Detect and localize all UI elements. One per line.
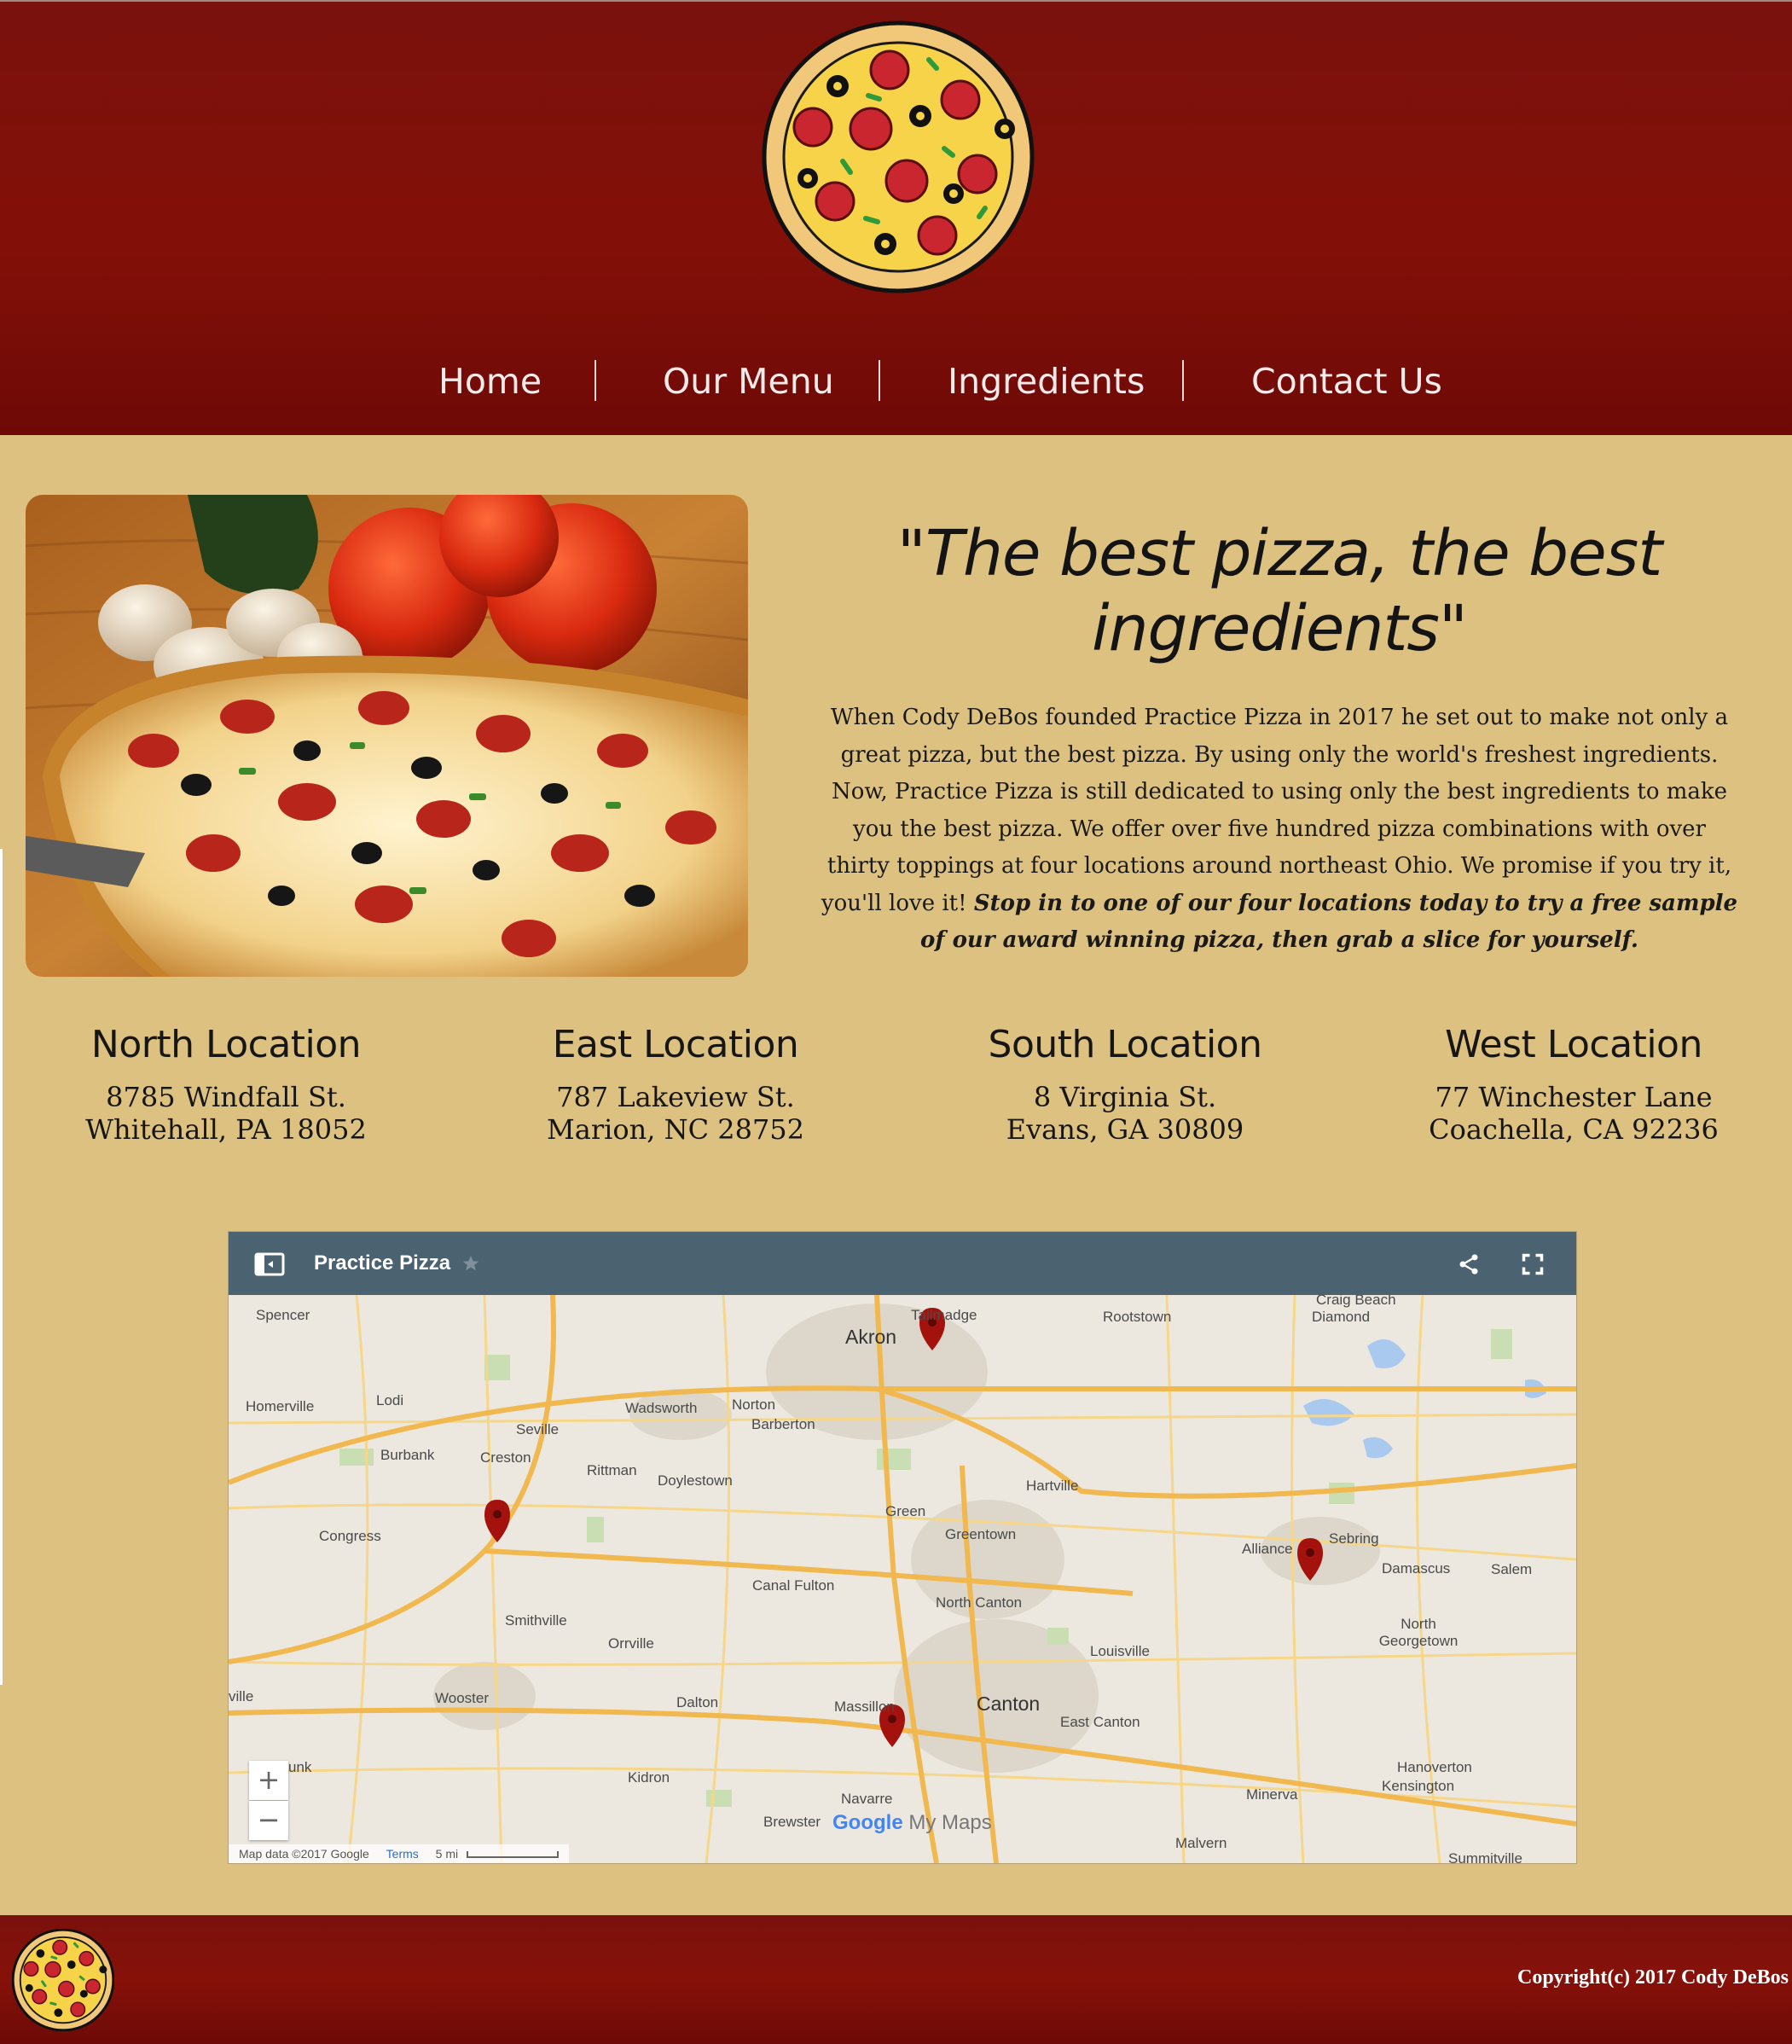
intro-emphasis: Stop in to one of our four locations tod… <box>920 890 1738 954</box>
map-label: Navarre <box>841 1791 893 1807</box>
nav-contact-us[interactable]: Contact Us <box>1251 360 1442 403</box>
location-card: East Location 787 Lakeview St. Marion, N… <box>454 1019 897 1146</box>
copyright-text: Copyright(c) 2017 Cody DeBos <box>1517 1966 1789 1989</box>
map-canvas[interactable] <box>229 1295 1576 1863</box>
site-footer: Copyright(c) 2017 Cody DeBos <box>0 1915 1792 2044</box>
share-icon[interactable] <box>1457 1252 1481 1276</box>
map-label: Burbank <box>380 1447 435 1463</box>
map-label: Sebring <box>1329 1530 1379 1547</box>
map-label: Kensington <box>1382 1778 1455 1794</box>
location-street: 77 Winchester Lane <box>1435 1081 1713 1113</box>
map-label: Canal Fulton <box>752 1577 835 1594</box>
map-label: Summitville <box>1448 1850 1522 1864</box>
map-label: Akron <box>845 1326 897 1348</box>
nav-divider <box>594 360 596 401</box>
location-city: Evans, GA 30809 <box>1006 1113 1244 1146</box>
map-label: Dalton <box>676 1694 719 1710</box>
google-wordmark: Google <box>832 1811 903 1834</box>
site-header: Home Our Menu Ingredients Contact Us <box>0 0 1792 435</box>
map-toolbar: Practice Pizza <box>229 1232 1576 1295</box>
pizza-photo <box>26 495 748 977</box>
map-label: Seville <box>516 1421 560 1437</box>
map-label: Congress <box>319 1528 381 1544</box>
map-label: Norton <box>732 1397 776 1413</box>
map-label: East Canton <box>1060 1714 1140 1730</box>
zoom-out-button[interactable]: − <box>249 1801 288 1840</box>
pizza-logo[interactable] <box>12 1929 114 2031</box>
map-label: Wadsworth <box>625 1400 698 1416</box>
map-label: Brewster <box>763 1814 821 1830</box>
fullscreen-icon[interactable] <box>1521 1252 1545 1276</box>
main-nav: Home Our Menu Ingredients Contact Us <box>0 351 1792 411</box>
map-label: Orrville <box>608 1635 654 1652</box>
map-label: Creston <box>480 1449 531 1466</box>
location-card: South Location 8 Virginia St. Evans, GA … <box>903 1019 1347 1146</box>
location-card: West Location 77 Winchester Lane Coachel… <box>1352 1019 1792 1146</box>
map-label: Smithville <box>505 1612 567 1629</box>
star-icon[interactable] <box>461 1254 480 1273</box>
map-label: Spencer <box>256 1307 310 1323</box>
map-title[interactable]: Practice Pizza <box>314 1249 450 1278</box>
nav-divider <box>1182 360 1184 401</box>
terms-link[interactable]: Terms <box>386 1847 419 1861</box>
map-label: Kidron <box>628 1769 670 1786</box>
map-attribution: Map data ©2017 Google Terms 5 mi <box>229 1844 570 1863</box>
location-title: South Location <box>988 1023 1262 1066</box>
zoom-in-button[interactable]: + <box>249 1761 288 1800</box>
map-label: Tallmadge <box>911 1307 977 1323</box>
location-card: North Location 8785 Windfall St. Whiteha… <box>4 1019 448 1146</box>
mymaps-wordmark: My Maps <box>908 1811 992 1834</box>
intro-text: When Cody DeBos founded Practice Pizza i… <box>821 705 1732 916</box>
location-title: North Location <box>90 1023 362 1066</box>
tagline-line: "The best pizza, the best <box>896 517 1662 590</box>
map-label: Homerville <box>246 1398 315 1414</box>
map-label: ville <box>229 1688 254 1704</box>
map-label: Massillon <box>834 1698 895 1715</box>
google-my-maps-logo: Google My Maps <box>832 1811 992 1835</box>
map-label: Wooster <box>435 1690 489 1706</box>
nav-home[interactable]: Home <box>438 360 542 403</box>
map-label: Minerva <box>1246 1786 1298 1803</box>
map-label: Salem <box>1491 1561 1533 1577</box>
location-street: 787 Lakeview St. <box>556 1081 795 1113</box>
map-label: Rootstown <box>1103 1309 1172 1325</box>
nav-ingredients[interactable]: Ingredients <box>948 360 1145 403</box>
page-edge <box>0 849 3 1685</box>
map-label: Doylestown <box>658 1472 733 1489</box>
map-label: Diamond <box>1312 1309 1371 1325</box>
attribution-text: Map data ©2017 Google <box>239 1847 369 1861</box>
tagline: "The best pizza, the best ingredients" <box>802 516 1757 666</box>
map-label: Green <box>885 1503 926 1519</box>
nav-our-menu[interactable]: Our Menu <box>663 360 834 403</box>
map-scale: 5 mi <box>435 1847 459 1861</box>
map-label: Malvern <box>1175 1835 1227 1851</box>
map-panel-icon[interactable] <box>254 1252 285 1276</box>
scale-bar <box>467 1851 560 1858</box>
map-label: North Canton <box>936 1594 1023 1611</box>
embedded-map[interactable]: Akron Tallmadge Rootstown Diamond Craig … <box>228 1231 1577 1864</box>
location-street: 8 Virginia St. <box>1033 1081 1217 1113</box>
location-city: Whitehall, PA 18052 <box>85 1113 367 1146</box>
intro-paragraph: When Cody DeBos founded Practice Pizza i… <box>819 700 1740 960</box>
location-street: 8785 Windfall St. <box>106 1081 346 1113</box>
tagline-line: ingredients" <box>1092 592 1468 665</box>
map-label: Canton <box>977 1693 1041 1715</box>
location-city: Marion, NC 28752 <box>546 1113 805 1146</box>
location-title: East Location <box>552 1023 799 1066</box>
location-city: Coachella, CA 92236 <box>1429 1113 1719 1146</box>
map-label: Barberton <box>751 1416 815 1432</box>
map-label: Greentown <box>945 1526 1017 1542</box>
map-label: North Georgetown <box>1378 1616 1459 1649</box>
pizza-logo[interactable] <box>762 20 1035 293</box>
location-title: West Location <box>1445 1023 1702 1066</box>
nav-divider <box>879 360 880 401</box>
map-label: Hartville <box>1026 1478 1079 1494</box>
map-label: Rittman <box>587 1462 637 1478</box>
map-label: Hanoverton <box>1397 1759 1472 1775</box>
map-label: Louisville <box>1090 1643 1150 1659</box>
map-label: Lodi <box>376 1392 404 1408</box>
map-label: unk <box>288 1759 312 1775</box>
map-label: Alliance <box>1242 1541 1293 1557</box>
map-label: Damascus <box>1382 1560 1451 1577</box>
